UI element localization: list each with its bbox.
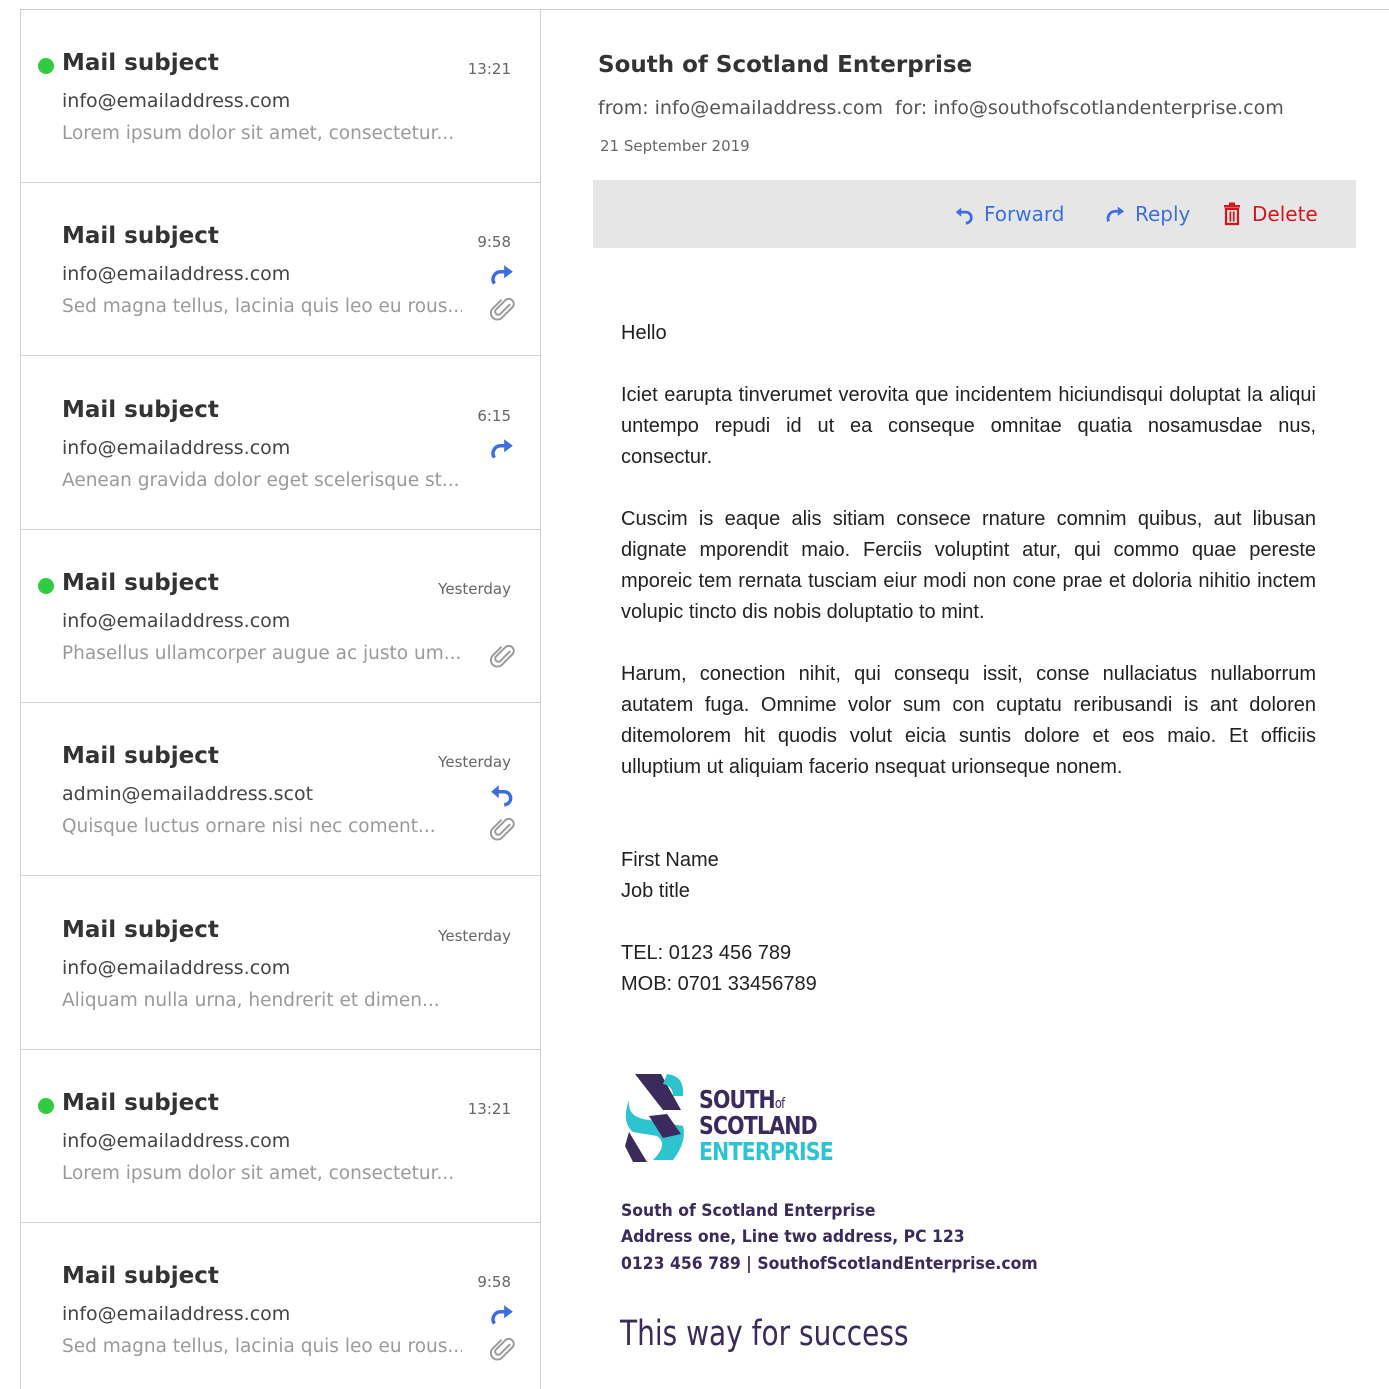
email-title: South of Scotland Enterprise [598, 52, 973, 78]
delete-button[interactable]: Delete [1221, 198, 1318, 230]
mail-sender: info@emailaddress.com [62, 1303, 291, 1326]
mail-time: Yesterday [438, 926, 511, 945]
paperclip-icon [489, 298, 515, 321]
company-logo: SOUTHof SCOTLAND ENTERPRISE [623, 1070, 834, 1170]
mail-time: 13:21 [467, 60, 511, 78]
mail-subject: Mail subject [62, 916, 219, 943]
mail-sender: admin@emailaddress.scot [62, 783, 314, 806]
mail-list-item[interactable]: Mail subject 9:58 info@emailaddress.com Sed… [21, 1223, 540, 1389]
mail-sender: info@emailaddress.com [62, 436, 291, 459]
mail-sender: info@emailaddress.com [62, 609, 291, 632]
mail-time: 6:15 [477, 406, 511, 425]
mail-preview: Aliquam nulla urna, hendrerit et dimen..… [62, 989, 440, 1011]
mail-sender: info@emailaddress.com [62, 90, 291, 112]
paperclip-icon [489, 1338, 515, 1361]
reply-icon [1106, 206, 1125, 222]
mail-list-item[interactable]: Mail subject 13:21 info@emailaddress.com Lo… [21, 10, 540, 183]
tagline: This way for success [620, 1314, 909, 1354]
email-date: 21 September 2019 [600, 137, 750, 155]
forwarded-icon [491, 438, 513, 459]
logo-mark [625, 1074, 684, 1162]
mail-preview: Lorem ipsum dolor sit amet, consectetur.… [62, 123, 455, 144]
mail-subject: Mail subject [62, 50, 219, 76]
mail-sender: info@emailaddress.com [62, 1129, 291, 1152]
mail-time: Yesterday [438, 753, 511, 772]
company-address: Address one, Line two address, PC 123 [621, 1227, 965, 1247]
logo-line-3: ENTERPRISE [699, 1137, 834, 1166]
mail-time: 9:58 [477, 1273, 511, 1292]
signature-mob: MOB: 0701 33456789 [621, 973, 817, 995]
reading-pane: South of Scotland Enterprise from: info@… [541, 9, 1389, 1389]
email-toolbar: Forward Reply Delete [593, 180, 1356, 248]
body-paragraph: Cuscim is eaque alis sitiam consece rnat… [621, 508, 1316, 623]
mail-preview: Sed magna tellus, lacinia quis leo eu ro… [62, 1336, 462, 1358]
delete-label: Delete [1252, 202, 1318, 226]
greeting: Hello [621, 322, 667, 344]
signature-job-title: Job title [621, 880, 690, 902]
forward-icon [955, 207, 973, 225]
reply-button[interactable]: Reply [1104, 198, 1190, 230]
mail-subject: Mail subject [62, 1089, 219, 1116]
paperclip-icon [489, 818, 515, 841]
company-contact: 0123 456 789 | SouthofScotlandEnterprise… [621, 1254, 1038, 1274]
mail-subject: Mail subject [62, 396, 219, 423]
mail-list-item[interactable]: Mail subject Yesterday admin@emailaddress.… [21, 703, 540, 877]
mail-sender: info@emailaddress.com [62, 956, 291, 979]
replied-icon [491, 785, 513, 807]
forward-button[interactable]: Forward [953, 198, 1064, 230]
mail-preview: Quisque luctus ornare nisi nec coment... [62, 816, 436, 838]
body-paragraph: Iciet earupta tinverumet verovita que in… [621, 384, 1316, 468]
logo-line-2: SCOTLAND [699, 1111, 818, 1140]
reply-label: Reply [1135, 202, 1191, 226]
body-paragraph: Harum, conection nihit, qui consequ issi… [621, 663, 1316, 778]
forwarded-icon [491, 1305, 513, 1325]
mail-time: 13:21 [467, 1099, 511, 1118]
mail-list-item[interactable]: Mail subject 6:15 info@emailaddress.com Aen… [21, 357, 540, 530]
mail-preview: Sed magna tellus, lacinia quis leo eu ro… [62, 296, 462, 318]
unread-indicator [38, 1097, 54, 1114]
mail-sender: info@emailaddress.com [62, 263, 291, 286]
mail-preview: Lorem ipsum dolor sit amet, consectetur.… [62, 1162, 455, 1184]
mail-list: Mail subject 13:21 info@emailaddress.com Lo… [20, 9, 541, 1389]
mail-preview: Aenean gravida dolor eget scelerisque st… [62, 469, 460, 491]
mail-preview: Phasellus ullamcorper augue ac justo um.… [62, 642, 462, 664]
email-from: from: info@emailaddress.com [598, 97, 883, 119]
email-body: Hello Iciet earupta tinverumet verovita … [621, 318, 1316, 1000]
company-name: South of Scotland Enterprise [621, 1201, 876, 1221]
signature-tel: TEL: 0123 456 789 [621, 942, 792, 964]
paperclip-icon [489, 644, 515, 668]
mail-list-item[interactable]: Mail subject Yesterday info@emailaddress.c… [21, 877, 540, 1050]
unread-indicator [38, 577, 54, 594]
trash-icon [1224, 202, 1240, 226]
unread-indicator [38, 58, 54, 74]
signature-name: First Name [621, 849, 719, 871]
mail-list-item[interactable]: Mail subject Yesterday info@emailaddress.c… [21, 530, 540, 703]
email-to: for: info@southofscotlandenterprise.com [895, 97, 1284, 119]
forward-label: Forward [984, 202, 1065, 226]
mail-subject: Mail subject [62, 743, 219, 770]
mail-time: 9:58 [477, 233, 511, 252]
mail-list-item[interactable]: Mail subject 13:21 info@emailaddress.com Lo… [21, 1050, 540, 1223]
mail-time: Yesterday [438, 579, 511, 598]
mail-subject: Mail subject [62, 1263, 219, 1290]
mail-subject: Mail subject [62, 223, 219, 250]
forwarded-icon [491, 265, 513, 285]
mail-subject: Mail subject [62, 569, 219, 596]
mail-list-item[interactable]: Mail subject 9:58 info@emailaddress.com Sed… [21, 183, 540, 357]
